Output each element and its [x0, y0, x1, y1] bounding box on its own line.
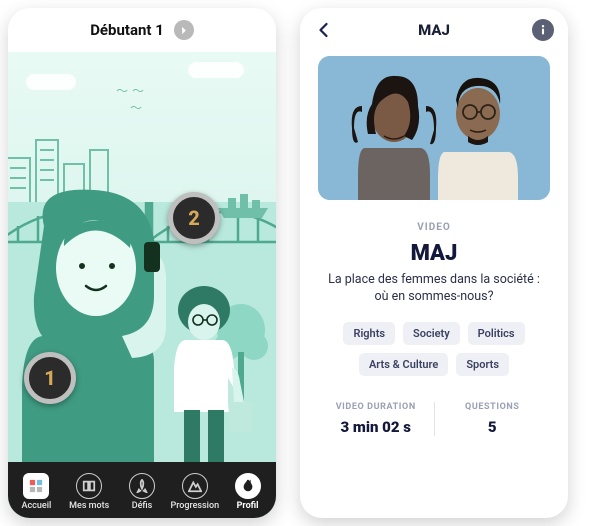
nav-home[interactable]: Accueil — [10, 469, 63, 511]
thumbnail-illustration — [318, 56, 550, 200]
left-header: Débutant 1 — [8, 8, 276, 52]
book-icon — [76, 473, 102, 499]
mountain-icon — [182, 473, 208, 499]
phone-right: MAJ — [300, 8, 568, 518]
scene-illustration: 〜〜 〜 — [8, 52, 276, 518]
stat-value: 3 min 02 s — [318, 418, 434, 436]
video-title: MAJ — [318, 241, 550, 266]
bottom-nav: Accueil Mes mots Défis Progression Profi… — [8, 462, 276, 518]
stat-value: 5 — [435, 418, 551, 436]
level-marker-1[interactable]: 1 — [24, 352, 76, 404]
nav-challenges[interactable]: Défis — [116, 469, 169, 511]
info-icon — [534, 21, 552, 39]
video-thumbnail[interactable] — [318, 56, 550, 200]
home-icon — [23, 473, 49, 499]
video-stats: VIDEO DURATION 3 min 02 s QUESTIONS 5 — [318, 402, 550, 436]
back-button[interactable] — [314, 19, 336, 41]
section-label: VIDEO — [318, 222, 550, 233]
nav-label: Mes mots — [69, 501, 109, 511]
video-detail: VIDEO MAJ La place des femmes dans la so… — [300, 52, 568, 518]
woman-glasses-illustration — [158, 282, 258, 492]
tag-list: Rights Society Politics Arts & Culture S… — [318, 322, 550, 376]
right-header: MAJ — [300, 8, 568, 52]
tag-sports[interactable]: Sports — [456, 353, 509, 376]
birds-icon: 〜〜 〜 — [116, 82, 148, 116]
nav-profile[interactable]: Profil — [221, 469, 274, 511]
nav-words[interactable]: Mes mots — [63, 469, 116, 511]
next-level-button[interactable] — [174, 20, 194, 40]
level-title: Débutant 1 — [90, 21, 164, 39]
stat-questions: QUESTIONS 5 — [435, 402, 551, 436]
nav-label: Défis — [132, 501, 153, 511]
info-button[interactable] — [532, 19, 554, 41]
nav-label: Progression — [170, 501, 219, 511]
nav-label: Profil — [237, 501, 259, 511]
ship-icon — [216, 192, 270, 220]
arrow-right-icon — [178, 25, 189, 36]
tag-rights[interactable]: Rights — [343, 322, 395, 345]
page-title: MAJ — [418, 21, 450, 39]
tag-society[interactable]: Society — [403, 322, 460, 345]
phone-left: Débutant 1 〜〜 〜 — [8, 8, 276, 518]
video-description: La place des femmes dans la société : où… — [318, 272, 550, 306]
stat-label: VIDEO DURATION — [318, 402, 434, 412]
level-number: 1 — [44, 366, 56, 390]
stat-label: QUESTIONS — [435, 402, 551, 412]
level-marker-2[interactable]: 2 — [168, 192, 220, 244]
tag-politics[interactable]: Politics — [468, 322, 525, 345]
nav-label: Accueil — [22, 501, 52, 511]
level-number: 2 — [188, 206, 200, 230]
rocket-icon — [129, 473, 155, 499]
tag-arts[interactable]: Arts & Culture — [359, 353, 448, 376]
nav-progress[interactable]: Progression — [168, 469, 221, 511]
flame-icon — [235, 473, 261, 499]
stat-duration: VIDEO DURATION 3 min 02 s — [318, 402, 434, 436]
arrow-left-icon — [316, 21, 334, 39]
